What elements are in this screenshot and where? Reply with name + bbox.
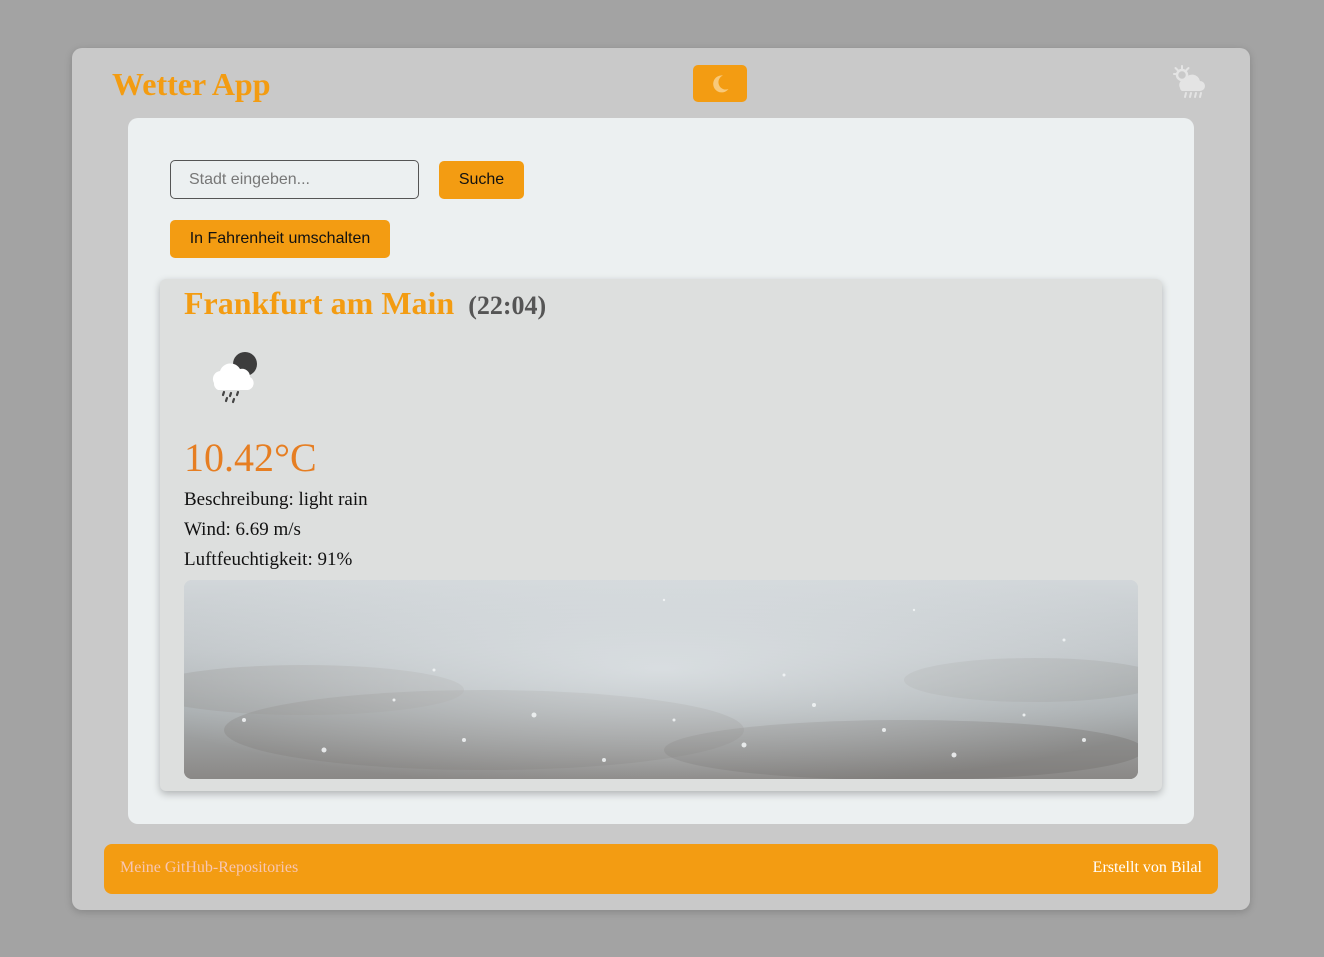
city-search-input[interactable] (170, 160, 419, 199)
city-name: Frankfurt am Main (184, 285, 455, 321)
sun-cloud-rain-icon (1170, 64, 1210, 100)
moon-icon (710, 74, 730, 94)
city-heading: Frankfurt am Main (22:04) (184, 285, 546, 322)
github-repositories-link[interactable]: Meine GitHub-Repositories (120, 859, 298, 877)
footer-credit: Erstellt von Bilal (1092, 859, 1202, 876)
search-button[interactable]: Suche (439, 161, 524, 199)
wind-speed: Wind: 6.69 m/s (184, 519, 301, 540)
local-time: (22:04) (468, 291, 547, 320)
weather-description: Beschreibung: light rain (184, 489, 368, 510)
app-container: Wetter App Suc (72, 48, 1250, 910)
theme-toggle-button[interactable] (693, 65, 747, 102)
temperature: 10.42°C (184, 435, 317, 480)
fahrenheit-toggle-button[interactable]: In Fahrenheit umschalten (170, 220, 390, 258)
app-title: Wetter App (112, 66, 271, 102)
weather-card: Frankfurt am Main (22:04) 10.42°C Beschr… (160, 279, 1162, 791)
main-card: Suche In Fahrenheit umschalten Frankfurt… (128, 118, 1194, 824)
footer: Meine GitHub-Repositories Erstellt von B… (104, 844, 1218, 894)
night-cloud-rain-icon (204, 343, 268, 407)
humidity: Luftfeuchtigkeit: 91% (184, 549, 353, 570)
weather-photo (184, 580, 1138, 779)
